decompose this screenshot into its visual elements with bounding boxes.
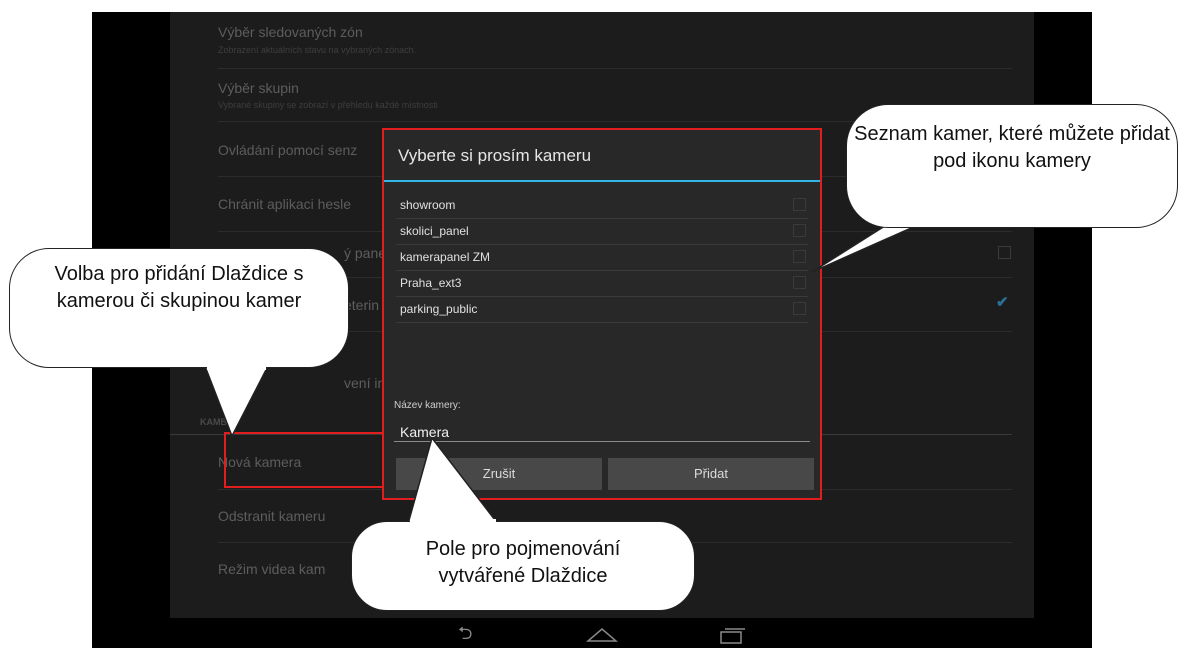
camera-label: Praha_ext3 — [400, 276, 462, 290]
back-icon[interactable]: ⮌ — [458, 618, 472, 648]
camera-item-showroom[interactable]: showroom — [396, 192, 808, 219]
add-button[interactable]: Přidat — [608, 458, 814, 490]
camera-item-parking-public[interactable]: parking_public — [396, 296, 808, 323]
callout-join — [410, 519, 496, 527]
row-title: Režim videa kam — [218, 561, 326, 577]
callout-name-field: Pole pro pojmenování vytvářené Dlaždice — [351, 521, 695, 611]
row-title: ý pane — [344, 245, 387, 261]
checkmark-icon[interactable]: ✔ — [996, 293, 1009, 311]
recents-icon[interactable] — [716, 623, 746, 648]
home-icon[interactable] — [585, 622, 619, 648]
camera-item-skolici-panel[interactable]: skolici_panel — [396, 218, 808, 245]
camera-checkbox[interactable] — [793, 198, 806, 211]
camera-checkbox[interactable] — [793, 276, 806, 289]
camera-item-praha-ext3[interactable]: Praha_ext3 — [396, 270, 808, 297]
row-title: Výběr skupin — [218, 80, 299, 96]
camera-label: showroom — [400, 198, 456, 212]
row-title: Výběr sledovaných zón — [218, 24, 363, 40]
camera-checkbox[interactable] — [793, 250, 806, 263]
camera-label: kamerapanel ZM — [400, 250, 491, 264]
panel-checkbox[interactable] — [998, 246, 1011, 259]
callout-tile-option: Volba pro přidání Dlaždice s kamerou či … — [9, 248, 349, 368]
callout-camera-list: Seznam kamer, které můžete přidat pod ik… — [846, 104, 1178, 228]
section-label: KAMB — [200, 417, 227, 427]
dialog-title-divider — [384, 180, 820, 182]
row-title: Odstranit kameru — [218, 508, 326, 524]
camera-label: skolici_panel — [400, 224, 469, 238]
row-subtitle: Zobrazení aktuálních stavu na vybraných … — [218, 45, 417, 55]
row-title: Ovládání pomocí senz — [218, 142, 358, 158]
row-title: Chránit aplikaci hesle — [218, 196, 352, 212]
cancel-button[interactable]: Zrušit — [396, 458, 602, 490]
camera-name-field[interactable] — [394, 422, 810, 442]
new-camera-highlight — [224, 432, 384, 488]
settings-row-zone-selection[interactable]: Výběr sledovaných zón Zobrazení aktuální… — [218, 12, 1012, 69]
camera-checkbox[interactable] — [793, 224, 806, 237]
navigation-bar: ⮌ — [92, 618, 1092, 648]
callout-join — [890, 219, 918, 227]
row-title: eterin — [344, 297, 380, 313]
callout-join — [207, 362, 266, 370]
camera-label: parking_public — [400, 302, 478, 316]
camera-checkbox[interactable] — [793, 302, 806, 315]
dialog-title: Vyberte si prosím kameru — [398, 146, 592, 165]
camera-picker-dialog: Vyberte si prosím kameru showroom skolic… — [382, 128, 822, 500]
camera-name-label: Název kamery: — [394, 400, 461, 411]
camera-item-kamerapanel-zm[interactable]: kamerapanel ZM — [396, 244, 808, 271]
row-subtitle: Vybrané skupiny se zobrazí v přehledu ka… — [218, 100, 438, 110]
